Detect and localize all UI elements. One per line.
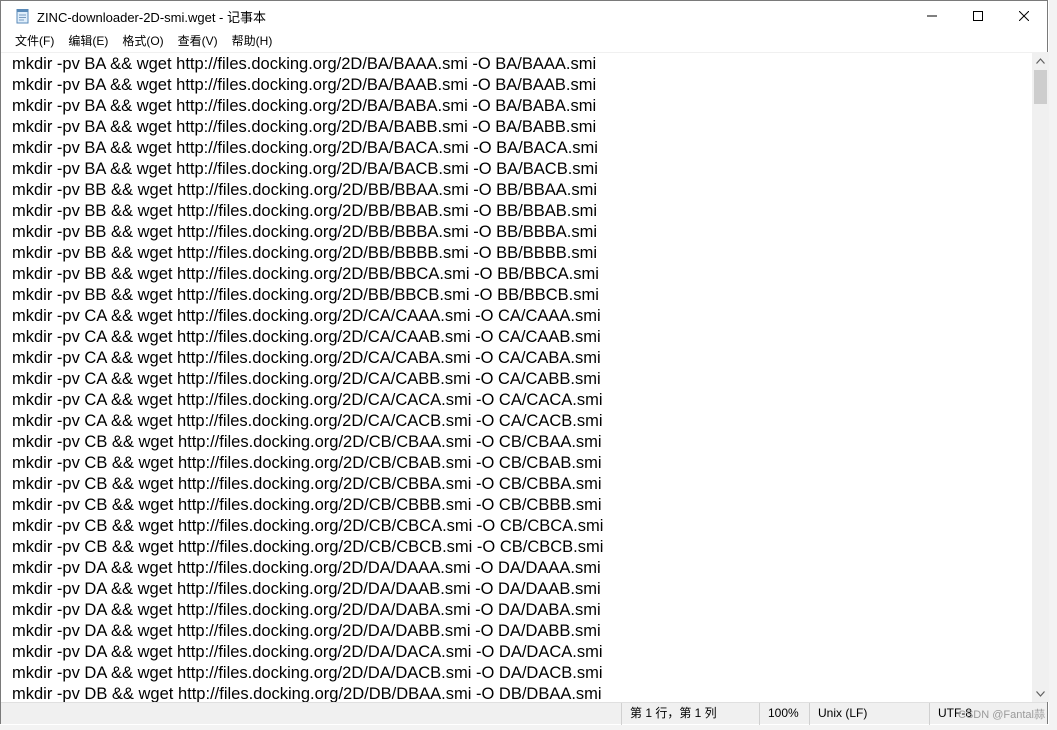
chevron-up-icon: [1036, 57, 1045, 64]
menu-file[interactable]: 文件(F): [8, 31, 61, 51]
window-title: ZINC-downloader-2D-smi.wget - 记事本: [37, 9, 266, 25]
vertical-scrollbar[interactable]: [1032, 52, 1049, 702]
text-line[interactable]: mkdir -pv DA && wget http://files.dockin…: [12, 621, 1032, 642]
text-line[interactable]: mkdir -pv CA && wget http://files.dockin…: [12, 348, 1032, 369]
text-line[interactable]: mkdir -pv DA && wget http://files.dockin…: [12, 642, 1032, 663]
text-line[interactable]: mkdir -pv DA && wget http://files.dockin…: [12, 600, 1032, 621]
text-line[interactable]: mkdir -pv BA && wget http://files.dockin…: [12, 117, 1032, 138]
menu-edit[interactable]: 编辑(E): [61, 31, 115, 51]
text-line[interactable]: mkdir -pv CB && wget http://files.dockin…: [12, 537, 1032, 558]
text-line[interactable]: mkdir -pv BB && wget http://files.dockin…: [12, 285, 1032, 306]
scrollbar-thumb[interactable]: [1034, 70, 1047, 104]
status-bar: 第 1 行，第 1 列 100% Unix (LF) UTF-8: [1, 702, 1047, 725]
menu-bar: 文件(F) 编辑(E) 格式(O) 查看(V) 帮助(H): [1, 31, 1047, 51]
status-cursor-position: 第 1 行，第 1 列: [621, 703, 717, 725]
text-line[interactable]: mkdir -pv CB && wget http://files.dockin…: [12, 453, 1032, 474]
text-line[interactable]: mkdir -pv BB && wget http://files.dockin…: [12, 243, 1032, 264]
text-line[interactable]: mkdir -pv BA && wget http://files.dockin…: [12, 54, 1032, 75]
text-editor[interactable]: mkdir -pv BA && wget http://files.dockin…: [1, 52, 1032, 702]
watermark-text: CSDN @Fantal蒜: [958, 709, 1045, 721]
text-line[interactable]: mkdir -pv CB && wget http://files.dockin…: [12, 432, 1032, 453]
text-line[interactable]: mkdir -pv BA && wget http://files.dockin…: [12, 96, 1032, 117]
text-line[interactable]: mkdir -pv DA && wget http://files.dockin…: [12, 558, 1032, 579]
close-button[interactable]: [1001, 1, 1047, 31]
text-line[interactable]: mkdir -pv DA && wget http://files.dockin…: [12, 663, 1032, 684]
text-line[interactable]: mkdir -pv BB && wget http://files.dockin…: [12, 222, 1032, 243]
text-line[interactable]: mkdir -pv CA && wget http://files.dockin…: [12, 306, 1032, 327]
text-line[interactable]: mkdir -pv CA && wget http://files.dockin…: [12, 390, 1032, 411]
close-icon: [1019, 11, 1029, 21]
minimize-button[interactable]: [909, 1, 955, 31]
text-line[interactable]: mkdir -pv CB && wget http://files.dockin…: [12, 516, 1032, 537]
maximize-icon: [973, 11, 983, 21]
desktop-background: [1049, 0, 1057, 730]
status-zoom: 100%: [759, 703, 799, 725]
title-bar[interactable]: ZINC-downloader-2D-smi.wget - 记事本: [1, 1, 1047, 31]
chevron-down-icon: [1036, 690, 1045, 697]
desktop-background-bottom: [0, 725, 1057, 730]
text-line[interactable]: mkdir -pv BA && wget http://files.dockin…: [12, 159, 1032, 180]
window-controls: [909, 1, 1047, 31]
text-line[interactable]: mkdir -pv BA && wget http://files.dockin…: [12, 138, 1032, 159]
text-line[interactable]: mkdir -pv DA && wget http://files.dockin…: [12, 579, 1032, 600]
minimize-icon: [927, 15, 937, 17]
text-line[interactable]: mkdir -pv BA && wget http://files.dockin…: [12, 75, 1032, 96]
notepad-icon[interactable]: [15, 8, 31, 24]
text-line[interactable]: mkdir -pv BB && wget http://files.dockin…: [12, 264, 1032, 285]
scroll-down-button[interactable]: [1032, 685, 1049, 702]
menu-help[interactable]: 帮助(H): [225, 31, 280, 51]
editor-lines: mkdir -pv BA && wget http://files.dockin…: [1, 53, 1032, 702]
maximize-button[interactable]: [955, 1, 1001, 31]
scroll-up-button[interactable]: [1032, 52, 1049, 69]
menu-view[interactable]: 查看(V): [171, 31, 225, 51]
notepad-window: ZINC-downloader-2D-smi.wget - 记事本 文件(F) …: [0, 0, 1049, 725]
text-line[interactable]: mkdir -pv CB && wget http://files.dockin…: [12, 474, 1032, 495]
text-line[interactable]: mkdir -pv DB && wget http://files.dockin…: [12, 684, 1032, 702]
text-line[interactable]: mkdir -pv BB && wget http://files.dockin…: [12, 201, 1032, 222]
text-line[interactable]: mkdir -pv CA && wget http://files.dockin…: [12, 369, 1032, 390]
text-line[interactable]: mkdir -pv BB && wget http://files.dockin…: [12, 180, 1032, 201]
menu-format[interactable]: 格式(O): [115, 31, 170, 51]
text-line[interactable]: mkdir -pv CB && wget http://files.dockin…: [12, 495, 1032, 516]
status-line-ending: Unix (LF): [809, 703, 867, 725]
text-line[interactable]: mkdir -pv CA && wget http://files.dockin…: [12, 411, 1032, 432]
text-line[interactable]: mkdir -pv CA && wget http://files.dockin…: [12, 327, 1032, 348]
